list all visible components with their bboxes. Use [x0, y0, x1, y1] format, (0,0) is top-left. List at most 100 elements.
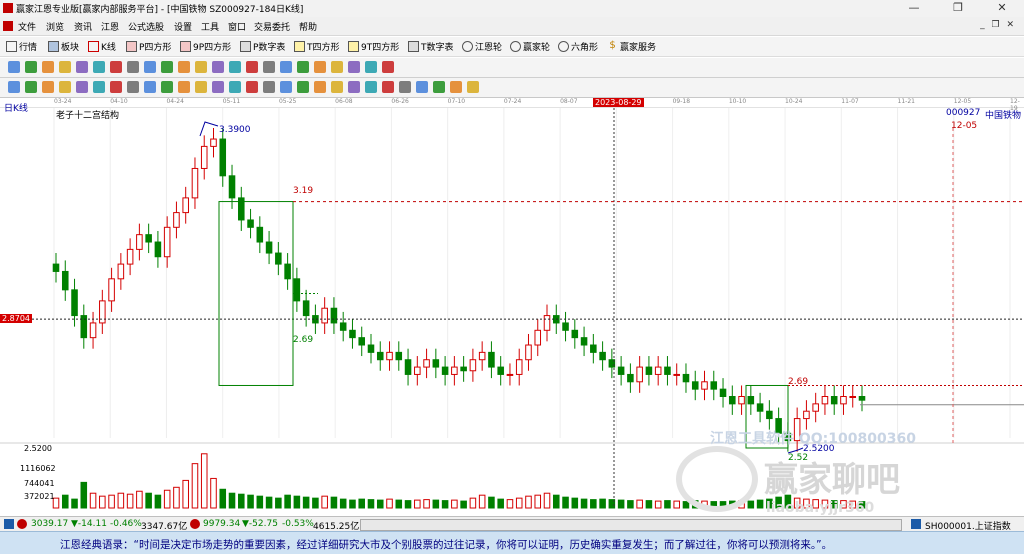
tb3-tool-icon[interactable] — [263, 81, 275, 93]
menu-formula[interactable]: 公式选股 — [128, 20, 164, 33]
t-icon — [294, 41, 305, 52]
tb3-tool-icon[interactable] — [42, 81, 54, 93]
tb2-tool-icon[interactable] — [76, 61, 88, 73]
volume-bar — [302, 496, 310, 509]
t-square-button[interactable]: T四方形 — [294, 40, 340, 53]
tb3-tool-icon[interactable] — [280, 81, 292, 93]
candle-body — [71, 289, 78, 317]
tb3-tool-icon[interactable] — [195, 81, 207, 93]
hexagon-button[interactable]: 六角形 — [558, 40, 598, 53]
gann-wheel-button[interactable]: 江恩轮 — [462, 40, 502, 53]
tb3-tool-icon[interactable] — [399, 81, 411, 93]
tb3-tool-icon[interactable] — [8, 81, 20, 93]
volume-bar — [265, 496, 273, 509]
tb3-tool-icon[interactable] — [314, 81, 326, 93]
tb3-tool-icon[interactable] — [161, 81, 173, 93]
tb2-tool-icon[interactable] — [229, 61, 241, 73]
tb3-tool-icon[interactable] — [297, 81, 309, 93]
volume-bar — [330, 496, 338, 509]
volume-bar — [451, 499, 458, 509]
tb3-tool-icon[interactable] — [59, 81, 71, 93]
tb3-tool-icon[interactable] — [25, 81, 37, 93]
tb2-tool-icon[interactable] — [161, 61, 173, 73]
tb2-tool-icon[interactable] — [246, 61, 258, 73]
menu-file[interactable]: 文件 — [18, 20, 36, 33]
tb3-tool-icon[interactable] — [212, 81, 224, 93]
tb3-tool-icon[interactable] — [331, 81, 343, 93]
menu-help[interactable]: 帮助 — [299, 20, 317, 33]
tb2-tool-icon[interactable] — [25, 61, 37, 73]
volume-bar — [756, 499, 764, 509]
date-tick: 10-24 — [785, 98, 803, 105]
wheel-icon — [462, 41, 473, 52]
tb2-tool-icon[interactable] — [212, 61, 224, 73]
tb2-tool-icon[interactable] — [331, 61, 343, 73]
tb3-tool-icon[interactable] — [76, 81, 88, 93]
p-table-button[interactable]: P数字表 — [240, 40, 285, 53]
minimize-button[interactable]: — — [892, 0, 936, 17]
title-bar: 赢家江恩专业版[赢家内部服务平台] - [中国铁物 SZ000927-184日K… — [0, 0, 1024, 17]
tb2-tool-icon[interactable] — [195, 61, 207, 73]
sector-button[interactable]: 板块 — [48, 40, 79, 53]
tb2-tool-icon[interactable] — [42, 61, 54, 73]
tb2-tool-icon[interactable] — [382, 61, 394, 73]
kline-button[interactable]: K线 — [88, 40, 116, 53]
candle-body — [395, 351, 403, 361]
tb3-tool-icon[interactable] — [433, 81, 445, 93]
tb2-tool-icon[interactable] — [280, 61, 292, 73]
menu-news[interactable]: 资讯 — [74, 20, 92, 33]
service-button[interactable]: $ 赢家服务 — [607, 40, 656, 54]
tb3-tool-icon[interactable] — [246, 81, 258, 93]
tb2-tool-icon[interactable] — [93, 61, 105, 73]
tb2-tool-icon[interactable] — [127, 61, 139, 73]
tb3-tool-icon[interactable] — [229, 81, 241, 93]
watermark-logo-icon — [676, 446, 758, 512]
winner-wheel-button[interactable]: 赢家轮 — [510, 40, 550, 53]
tb3-tool-icon[interactable] — [93, 81, 105, 93]
tb3-tool-icon[interactable] — [178, 81, 190, 93]
menu-settings[interactable]: 设置 — [174, 20, 192, 33]
tb2-tool-icon[interactable] — [314, 61, 326, 73]
maximize-button[interactable]: ❐ — [936, 0, 980, 17]
p-square-button[interactable]: P四方形 — [126, 40, 171, 53]
candle-body — [219, 138, 227, 177]
tb2-tool-icon[interactable] — [110, 61, 122, 73]
tb2-tool-icon[interactable] — [297, 61, 309, 73]
tb2-tool-icon[interactable] — [59, 61, 71, 73]
9p-square-button[interactable]: 9P四方形 — [180, 40, 231, 53]
volume-bar — [228, 492, 236, 509]
tb3-tool-icon[interactable] — [450, 81, 462, 93]
tb3-tool-icon[interactable] — [416, 81, 428, 93]
volume-bar — [163, 489, 171, 509]
mdi-controls[interactable]: _ ❐ ✕ — [980, 20, 1016, 30]
candle-body — [729, 396, 736, 405]
tb3-tool-icon[interactable] — [348, 81, 360, 93]
menu-browse[interactable]: 浏览 — [46, 20, 64, 33]
menu-tools[interactable]: 工具 — [201, 20, 219, 33]
draw-toolbar — [0, 58, 1024, 78]
menu-gann[interactable]: 江恩 — [101, 20, 119, 33]
tb3-tool-icon[interactable] — [110, 81, 122, 93]
candle-body — [590, 344, 597, 353]
tb2-tool-icon[interactable] — [365, 61, 377, 73]
candle-body — [173, 212, 180, 228]
close-button[interactable]: ✕ — [980, 0, 1024, 17]
status-scrollbar[interactable] — [360, 519, 902, 531]
tb3-tool-icon[interactable] — [382, 81, 394, 93]
menu-trade[interactable]: 交易委托 — [254, 20, 290, 33]
t-table-button[interactable]: T数字表 — [408, 40, 454, 53]
tb2-tool-icon[interactable] — [348, 61, 360, 73]
tb3-tool-icon[interactable] — [467, 81, 479, 93]
9t-square-button[interactable]: 9T四方形 — [348, 40, 399, 53]
tb3-tool-icon[interactable] — [365, 81, 377, 93]
tb3-tool-icon[interactable] — [144, 81, 156, 93]
quote-button[interactable]: 行情 — [6, 40, 37, 53]
tb2-tool-icon[interactable] — [178, 61, 190, 73]
volume-bar — [580, 498, 588, 509]
tb2-tool-icon[interactable] — [8, 61, 20, 73]
volume-bar — [358, 498, 366, 509]
tb2-tool-icon[interactable] — [263, 61, 275, 73]
tb2-tool-icon[interactable] — [144, 61, 156, 73]
tb3-tool-icon[interactable] — [127, 81, 139, 93]
menu-window[interactable]: 窗口 — [228, 20, 246, 33]
